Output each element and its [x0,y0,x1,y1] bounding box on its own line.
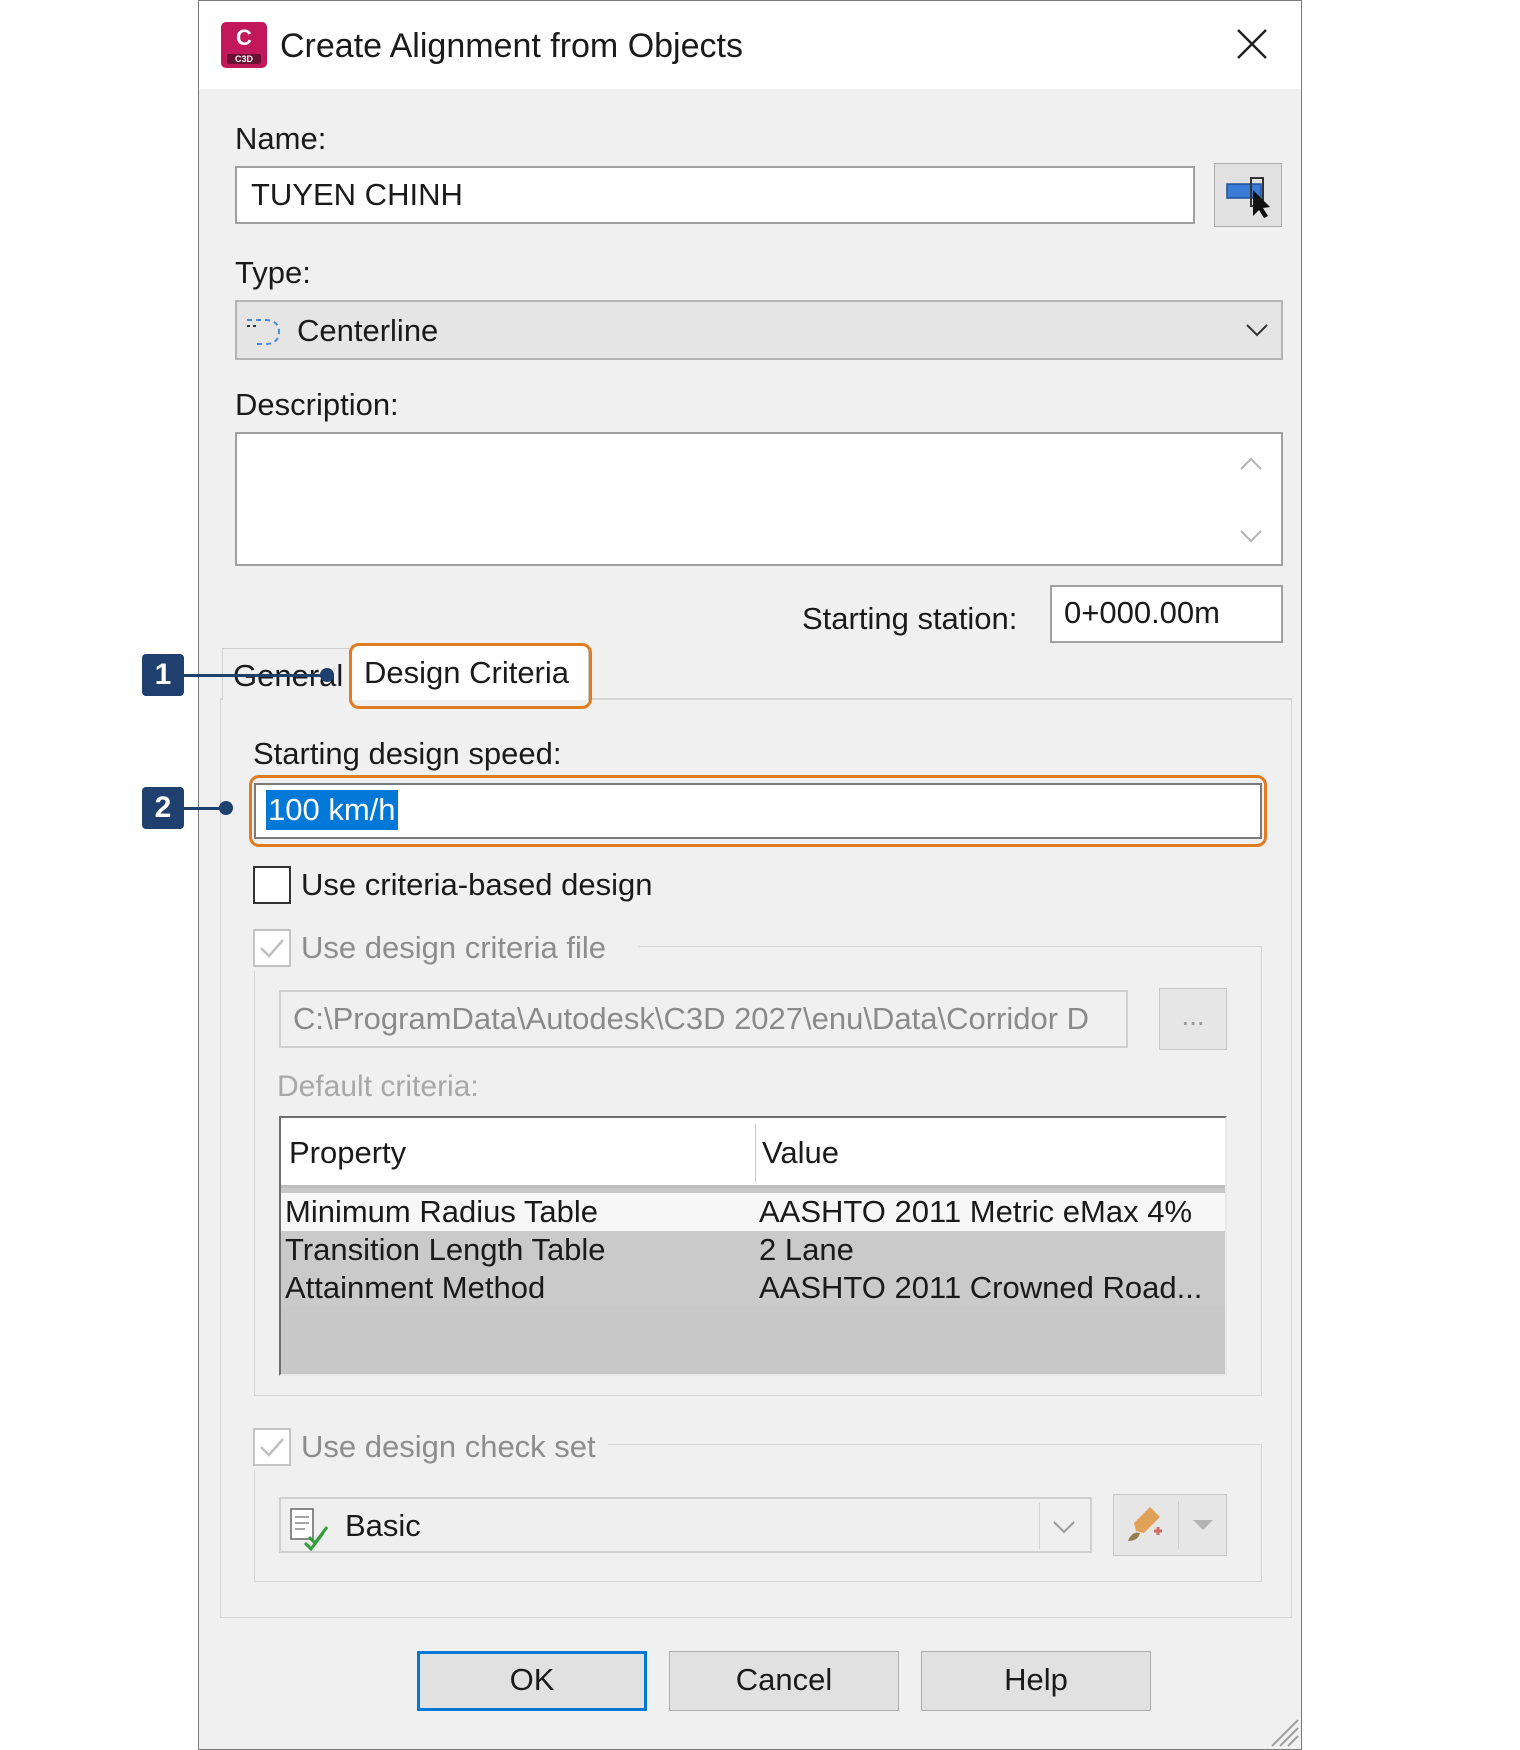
default-criteria-label: Default criteria: [277,1070,479,1103]
table-cell-value: AASHTO 2011 Crowned Road... [759,1270,1203,1305]
dropdown-arrow-icon[interactable] [1190,1517,1216,1533]
checkmark-icon [260,1438,284,1457]
criteria-file-path-input[interactable]: C:\ProgramData\Autodesk\C3D 2027\enu\Dat… [279,990,1128,1048]
app-icon-letter: C [236,25,252,50]
table-cell-property: Transition Length Table [285,1232,606,1267]
name-label: Name: [235,121,327,156]
scroll-up-icon[interactable] [1239,454,1263,474]
split-button-divider [1178,1501,1179,1549]
criteria-based-checkbox[interactable] [253,866,291,904]
table-cell-value: 2 Lane [759,1232,854,1267]
pick-from-drawing-button[interactable] [1214,163,1282,227]
checkmark-icon [260,939,284,958]
type-label: Type: [235,255,311,290]
design-check-set-icon [290,1508,329,1551]
name-input[interactable]: TUYEN CHINH [235,166,1195,224]
table-row[interactable]: Minimum Radius Table AASHTO 2011 Metric … [281,1193,1225,1231]
civil3d-app-icon: C C3D [221,22,267,68]
edit-check-set-button[interactable] [1113,1494,1227,1556]
table-cell-property: Minimum Radius Table [285,1194,598,1229]
dropdown-divider [1039,1503,1040,1549]
column-header-property[interactable]: Property [289,1134,406,1172]
select-object-icon [1226,177,1270,218]
cancel-button[interactable]: Cancel [669,1651,899,1711]
type-dropdown[interactable]: Centerline [235,300,1283,360]
chevron-down-icon [1246,324,1268,337]
type-value: Centerline [297,313,439,348]
starting-station-input[interactable]: 0+000.00m [1050,585,1283,643]
criteria-file-path-value: C:\ProgramData\Autodesk\C3D 2027\enu\Dat… [293,1001,1090,1036]
browse-criteria-file-button[interactable]: ... [1159,988,1227,1050]
dialog-title: Create Alignment from Objects [280,27,743,65]
starting-station-value: 0+000.00m [1064,595,1220,630]
callout-badge-2: 2 [142,787,184,829]
column-header-value[interactable]: Value [762,1134,839,1172]
callout-leader-1 [184,674,326,677]
name-value: TUYEN CHINH [251,177,463,212]
criteria-file-checkbox[interactable] [253,929,291,967]
chevron-down-icon [1053,1521,1075,1534]
check-set-checkbox[interactable] [253,1428,291,1466]
scroll-down-icon[interactable] [1239,526,1263,546]
callout-dot-1 [320,668,334,682]
description-label: Description: [235,387,399,422]
check-set-value: Basic [345,1508,421,1543]
browse-label: ... [1181,1000,1205,1031]
column-divider [755,1124,756,1182]
criteria-file-label: Use design criteria file [301,930,606,965]
help-button[interactable]: Help [921,1651,1151,1711]
resize-grip-icon[interactable] [1264,1712,1300,1748]
callout-badge-1: 1 [142,654,184,696]
paintbrush-icon [1128,1507,1162,1541]
table-row[interactable]: Attainment Method AASHTO 2011 Crowned Ro… [281,1269,1225,1307]
default-criteria-table: Property Value Minimum Radius Table AASH… [279,1116,1227,1376]
app-icon-sublabel: C3D [227,54,261,64]
callout-leader-2 [184,807,224,810]
close-icon[interactable] [1232,24,1272,64]
check-set-label: Use design check set [301,1429,596,1464]
callout-dot-2 [219,801,233,815]
table-cell-property: Attainment Method [285,1270,546,1305]
starting-station-label: Starting station: [802,601,1018,636]
table-cell-value: AASHTO 2011 Metric eMax 4% [759,1194,1193,1229]
ok-button[interactable]: OK [417,1651,647,1711]
criteria-based-label: Use criteria-based design [301,867,653,902]
check-set-dropdown[interactable]: Basic [279,1497,1092,1553]
description-textarea[interactable] [235,432,1283,566]
table-row[interactable]: Transition Length Table 2 Lane [281,1231,1225,1269]
callout-1-highlight [349,643,592,709]
table-header: Property Value [281,1118,1225,1188]
callout-2-highlight [249,775,1267,847]
design-speed-label: Starting design speed: [253,736,562,771]
centerline-alignment-icon [247,319,281,345]
